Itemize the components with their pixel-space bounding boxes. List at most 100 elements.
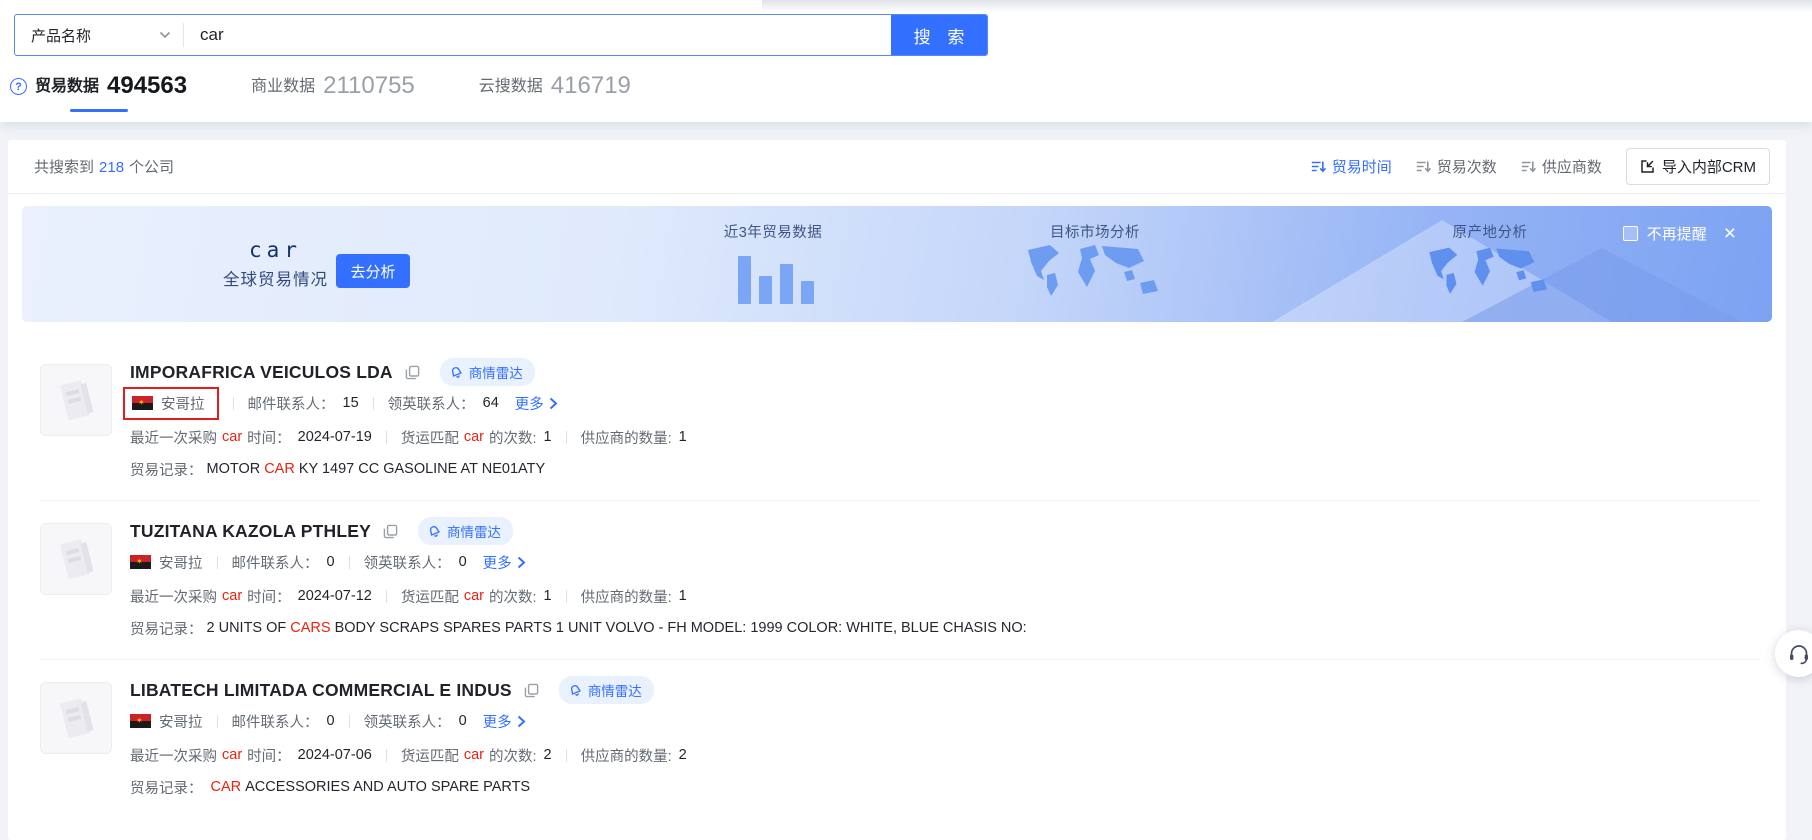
angola-flag-icon: ✶ [132,396,153,410]
copy-icon[interactable] [383,524,398,539]
keyword-red: car [222,429,242,445]
question-icon[interactable]: ? [10,78,27,95]
copy-icon[interactable] [524,683,539,698]
linkedin-contacts-label: 领英联系人： [364,552,451,573]
company-logo-placeholder [40,682,112,754]
purchase-date: 2024-07-06 [298,747,372,763]
freight-label: 货运匹配 [401,745,459,766]
trade-record-label: 贸易记录： [130,618,203,639]
search-bar: 产品名称 搜 索 [14,14,988,56]
close-icon[interactable]: × [1724,223,1736,244]
more-link[interactable]: 更多 [483,552,526,573]
banner-col1-label: 近3年贸易数据 [724,221,823,242]
results-header: 共搜索到218个公司 贸易时间 贸易次数 [8,140,1786,180]
supplier-count: 1 [679,429,687,445]
banner-dismiss-group: 不再提醒 × [1623,223,1736,244]
more-link[interactable]: 更多 [483,711,526,732]
search-input[interactable] [184,15,891,55]
data-tabs: ? 贸易数据 494563 商业数据 2110755 云搜数据 416719 [10,72,631,112]
top-bar: 产品名称 搜 索 ? 贸易数据 494563 商业数据 2110755 云搜数据… [0,0,1812,122]
company-row-3: LIBATECH LIMITADA COMMERCIAL E INDUS 商情雷… [40,660,1760,818]
chevron-down-icon [159,31,171,39]
email-contacts-count: 15 [343,395,359,411]
search-category-select[interactable]: 产品名称 [15,15,183,55]
copy-icon[interactable] [405,365,420,380]
radar-bell-icon [450,366,463,379]
country-name: 安哥拉 [159,711,203,732]
placeholder-logo-icon [54,535,98,583]
company-row-1: IMPORAFRICA VEICULOS LDA 商情雷达 [40,342,1760,501]
linkedin-contacts-count: 0 [459,554,467,570]
found-count: 218 [99,159,124,176]
dismiss-checkbox[interactable] [1623,226,1638,241]
import-crm-label: 导入内部CRM [1662,156,1756,177]
linkedin-contacts-label: 领英联系人： [388,393,475,414]
sort-label: 贸易时间 [1332,156,1392,177]
trade-record-text: KY 1497 CC GASOLINE AT NE01ATY [299,461,545,477]
linkedin-contacts-count: 0 [459,713,467,729]
chevron-right-icon [517,556,526,569]
banner-col2-label: 目标市场分析 [1050,221,1140,242]
sort-icon [1521,159,1536,174]
chevron-right-icon [549,397,558,410]
world-map-origin [1422,244,1558,302]
tab-label: 商业数据 [251,72,315,98]
business-radar-badge[interactable]: 商情雷达 [418,517,513,545]
keyword-red: car [222,747,242,763]
results-count-text: 共搜索到218个公司 [34,156,174,177]
trade-record-keyword: CAR [264,461,295,477]
radar-bell-icon [569,684,582,697]
placeholder-logo-icon [54,376,98,424]
dismiss-label: 不再提醒 [1647,223,1707,244]
sort-trade-count[interactable]: 贸易次数 [1416,156,1497,177]
purchase-label: 最近一次采购 [130,745,217,766]
sort-supplier-count[interactable]: 供应商数 [1521,156,1602,177]
company-name[interactable]: TUZITANA KAZOLA PTHLEY [130,521,371,542]
header-divider [8,193,1786,194]
purchase-label: 最近一次采购 [130,427,217,448]
headset-icon [1787,642,1811,666]
tab-trade-data[interactable]: ? 贸易数据 494563 [10,72,187,112]
angola-flag-icon: ✶ [130,555,151,569]
top-shadow [762,0,1812,12]
company-name[interactable]: IMPORAFRICA VEICULOS LDA [130,362,393,383]
banner-subtitle: 全球贸易情况 [208,266,343,290]
supplier-count: 1 [679,588,687,604]
sort-icon [1311,159,1326,174]
country-name: 安哥拉 [159,552,203,573]
banner-col3-label: 原产地分析 [1453,221,1528,242]
sort-label: 贸易次数 [1437,156,1497,177]
purchase-date: 2024-07-12 [298,588,372,604]
country-name: 安哥拉 [161,393,205,414]
tab-count: 494563 [107,74,187,98]
bar [801,281,814,304]
tab-count: 2110755 [323,74,415,98]
company-logo-placeholder [40,364,112,436]
trade-record-text: ACCESSORIES AND AUTO SPARE PARTS [245,779,530,795]
angola-flag-icon: ✶ [130,714,151,728]
import-crm-button[interactable]: 导入内部CRM [1626,148,1770,185]
company-name[interactable]: LIBATECH LIMITADA COMMERCIAL E INDUS [130,680,512,701]
search-button[interactable]: 搜 索 [891,15,987,55]
badge-label: 商情雷达 [469,362,523,382]
sort-trade-time[interactable]: 贸易时间 [1311,156,1392,177]
trade-record-label: 贸易记录： [130,777,203,798]
business-radar-badge[interactable]: 商情雷达 [559,676,654,704]
linkedin-contacts-count: 64 [483,395,499,411]
business-radar-badge[interactable]: 商情雷达 [440,358,535,386]
company-list: IMPORAFRICA VEICULOS LDA 商情雷达 [8,322,1786,818]
freight-label: 货运匹配 [401,427,459,448]
tab-label: 云搜数据 [479,72,543,98]
tab-business-data[interactable]: 商业数据 2110755 [251,72,415,112]
found-suffix: 个公司 [129,159,174,176]
bar [738,256,751,304]
analyze-button[interactable]: 去分析 [336,254,410,288]
country-highlight-box[interactable]: ✶ 安哥拉 [123,387,219,420]
keyword-red: car [222,588,242,604]
more-link[interactable]: 更多 [515,393,558,414]
country-chip: ✶ 安哥拉 [130,711,203,732]
mini-bar-chart [738,254,814,304]
tab-cloud-search-data[interactable]: 云搜数据 416719 [479,72,631,112]
freight-count: 2 [544,747,552,763]
search-category-label: 产品名称 [31,25,159,46]
